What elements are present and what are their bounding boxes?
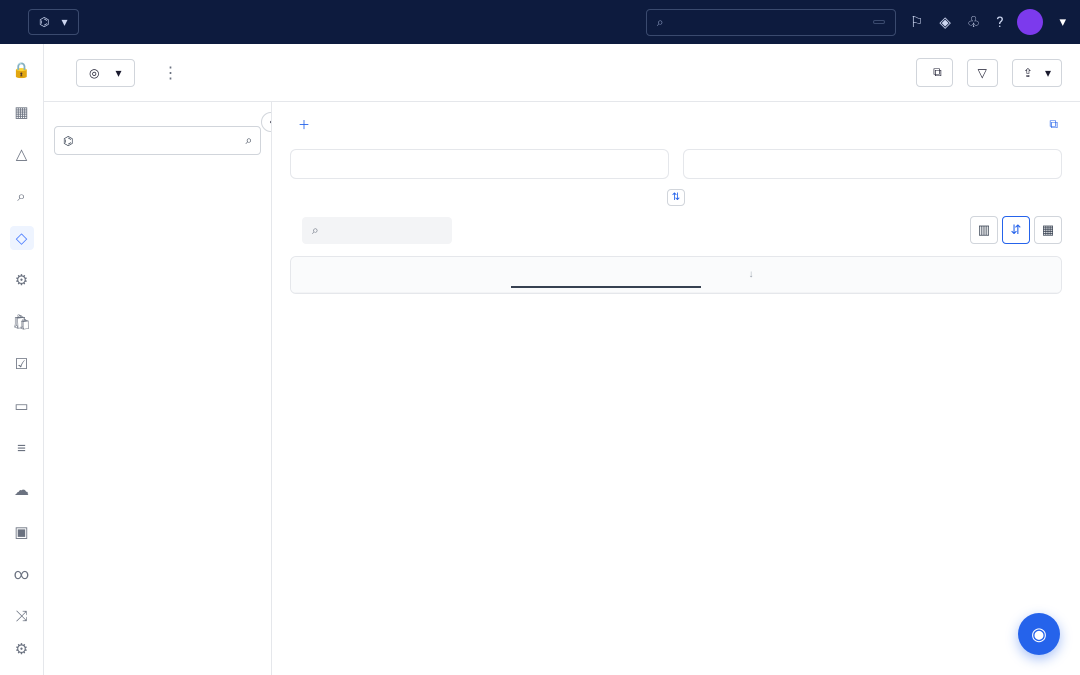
filter-icon: ▽: [978, 66, 987, 80]
nav-alert-icon[interactable]: △: [10, 142, 34, 166]
nav-check-icon[interactable]: ☑: [10, 352, 34, 376]
risk-card: [683, 149, 1062, 179]
export-icon: ⇪: [1023, 66, 1033, 80]
sidebar: ‹ ⌬ ⌕: [44, 102, 272, 675]
col-account[interactable]: [511, 262, 701, 288]
flag-icon[interactable]: ⚐: [910, 13, 923, 31]
global-search[interactable]: ⌕: [646, 9, 896, 36]
chevron-down-icon: ▾: [115, 66, 121, 80]
search-icon: ⌕: [245, 133, 252, 148]
collapse-sidebar-button[interactable]: ‹: [261, 112, 272, 132]
external-link-icon: ⧉: [933, 65, 942, 80]
plus-icon: ＋: [298, 116, 310, 133]
view-grid-button[interactable]: ▦: [1034, 216, 1062, 244]
col-risk[interactable]: ↓: [701, 257, 801, 292]
topbar: ⌬ ▾ ⌕ ⚐ ◈ ♧ ? ▾: [0, 0, 1080, 44]
open-discovery-link[interactable]: ⧉: [1049, 117, 1062, 132]
nav-shuffle-icon[interactable]: ⤨: [10, 604, 34, 628]
export-button[interactable]: ⇪ ▾: [1012, 59, 1062, 87]
nav-gear-icon[interactable]: ⚙: [10, 268, 34, 292]
bell-icon[interactable]: ♧: [967, 13, 980, 31]
nav-inventory-icon[interactable]: ◇: [10, 226, 34, 250]
chevron-down-icon: ▾: [1059, 15, 1066, 30]
nav-infinity-icon[interactable]: ∞: [10, 562, 34, 586]
nav-settings-icon[interactable]: ⚙: [10, 637, 34, 661]
view-sort-button[interactable]: ⇵: [1002, 216, 1030, 244]
filter-button[interactable]: ▽: [967, 59, 998, 87]
assets-table: ↓: [290, 256, 1062, 294]
tree-icon: ⌬: [39, 15, 49, 29]
help-icon[interactable]: ?: [996, 13, 1003, 31]
table-header: ↓: [291, 257, 1061, 293]
nav-iconbar: 🔒 ▦ △ ⌕ ◇ ⚙ 🛍 ☑ ▭ ≡ ☁ ▣ ∞ ⤨ ⚙: [0, 44, 44, 675]
col-asset[interactable]: [291, 263, 511, 287]
nav-card-icon[interactable]: ▭: [10, 394, 34, 418]
more-menu[interactable]: ⋮: [163, 63, 179, 82]
nav-box-icon[interactable]: ▣: [10, 520, 34, 544]
user-menu[interactable]: ▾: [1017, 9, 1066, 35]
tree-icon: ⌬: [63, 134, 73, 148]
assets-search[interactable]: ⌕: [302, 217, 452, 244]
providers-card: [290, 149, 669, 179]
eye-icon: ◎: [89, 66, 99, 80]
avatar: [1017, 9, 1043, 35]
keyboard-shortcut: [873, 20, 885, 24]
announcement-icon[interactable]: ◈: [939, 13, 951, 31]
add-filter-button[interactable]: ＋: [298, 116, 314, 133]
inventory-2-button[interactable]: ⧉: [916, 58, 953, 87]
nav-lock-icon[interactable]: 🔒: [10, 58, 34, 82]
external-link-icon: ⧉: [1049, 117, 1058, 132]
filter-row: ＋ ⧉: [290, 116, 1062, 133]
chevron-down-icon: ▾: [1045, 66, 1051, 80]
nav-stack-icon[interactable]: ≡: [10, 436, 34, 460]
nav-cloud-icon[interactable]: ☁: [10, 478, 34, 502]
category-search-input[interactable]: [81, 134, 237, 148]
content: ＋ ⧉ ⇅: [272, 102, 1080, 675]
sort-icon: ↓: [749, 269, 754, 280]
expand-cards-button[interactable]: ⇅: [667, 189, 685, 206]
select-unit-button[interactable]: ⌬ ▾: [28, 9, 79, 35]
category-search[interactable]: ⌬ ⌕: [54, 126, 261, 155]
assets-search-input[interactable]: [325, 223, 481, 237]
view-columns-button[interactable]: ▥: [970, 216, 998, 244]
nav-bag-icon[interactable]: 🛍: [10, 310, 34, 334]
view-dropdown[interactable]: ◎ ▾: [76, 59, 135, 87]
page-header: ◎ ▾ ⋮ ⧉ ▽ ⇪ ▾: [44, 44, 1080, 102]
nav-layout-icon[interactable]: ▦: [10, 100, 34, 124]
sidebar-title: [44, 102, 271, 122]
search-icon: ⌕: [312, 223, 319, 238]
col-alerts[interactable]: [801, 263, 961, 287]
search-icon: ⌕: [657, 15, 664, 30]
col-paths[interactable]: [961, 263, 1061, 287]
chevron-down-icon: ▾: [61, 15, 67, 29]
help-fab[interactable]: ◉: [1018, 613, 1060, 655]
nav-search-icon[interactable]: ⌕: [10, 184, 34, 208]
topbar-actions: ⚐ ◈ ♧ ?: [910, 13, 1004, 31]
